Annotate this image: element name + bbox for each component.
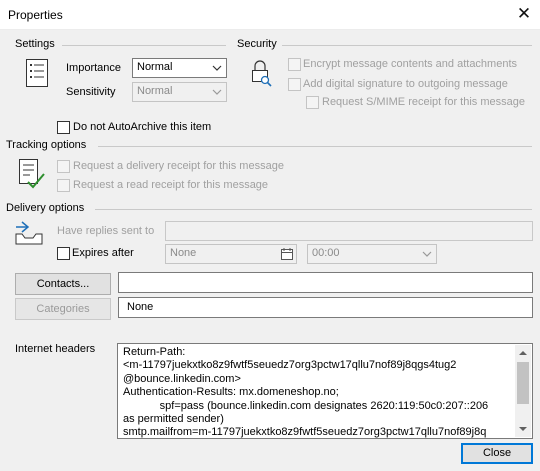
- lock-magnifier-icon: [249, 58, 273, 88]
- sensitivity-select[interactable]: Normal: [132, 82, 227, 102]
- expires-label: Expires after: [72, 247, 134, 259]
- read-receipt-checkbox[interactable]: [57, 179, 70, 192]
- dropdown-arrow-icon: [212, 89, 222, 95]
- close-button[interactable]: Close: [461, 443, 533, 464]
- headers-textbox[interactable]: Return-Path: <m-11797juekxtko8z9fwtf5seu…: [117, 343, 533, 439]
- scroll-down-icon[interactable]: [515, 421, 531, 437]
- expires-time-value: 00:00: [312, 247, 340, 259]
- categories-field: None: [118, 297, 533, 318]
- sensitivity-value: Normal: [137, 85, 173, 97]
- headers-scrollbar[interactable]: [515, 345, 531, 437]
- expires-date-picker[interactable]: None: [165, 244, 297, 264]
- autoarchive-label: Do not AutoArchive this item: [73, 121, 212, 133]
- scroll-up-icon[interactable]: [515, 345, 531, 361]
- tracking-divider: [98, 146, 532, 147]
- scroll-thumb[interactable]: [517, 362, 529, 404]
- replies-label: Have replies sent to: [57, 225, 155, 237]
- delivery-receipt-checkbox[interactable]: [57, 160, 70, 173]
- settings-group-label: Settings: [15, 38, 55, 50]
- window-title: Properties: [8, 8, 63, 22]
- tracking-group-label: Tracking options: [6, 139, 87, 151]
- expires-checkbox[interactable]: [57, 247, 70, 260]
- security-divider: [282, 45, 532, 46]
- delivery-group-label: Delivery options: [6, 202, 85, 214]
- calendar-icon: [281, 248, 293, 260]
- encrypt-checkbox[interactable]: [288, 58, 301, 71]
- title-bar: [0, 0, 540, 30]
- delivery-receipt-label: Request a delivery receipt for this mess…: [73, 160, 284, 172]
- importance-value: Normal: [137, 61, 173, 73]
- signature-label: Add digital signature to outgoing messag…: [303, 78, 508, 90]
- importance-label: Importance: [66, 62, 122, 74]
- read-receipt-label: Request a read receipt for this message: [73, 179, 269, 191]
- dropdown-arrow-icon: [422, 251, 432, 257]
- smime-checkbox[interactable]: [306, 96, 319, 109]
- headers-label: Internet headers: [15, 343, 96, 355]
- dropdown-arrow-icon: [212, 65, 222, 71]
- delivery-divider: [95, 209, 532, 210]
- headers-text: Return-Path: <m-11797juekxtko8z9fwtf5seu…: [123, 346, 489, 439]
- autoarchive-checkbox[interactable]: [57, 121, 70, 134]
- importance-select[interactable]: Normal: [132, 58, 227, 78]
- expires-date-value: None: [170, 247, 197, 259]
- tracking-check-icon: [18, 158, 46, 190]
- settings-divider: [62, 45, 226, 46]
- delivery-tray-icon: [14, 220, 44, 246]
- encrypt-label: Encrypt message contents and attachments: [303, 58, 518, 70]
- settings-list-icon: [25, 58, 49, 88]
- contacts-field[interactable]: [118, 272, 533, 293]
- close-icon[interactable]: ✕: [511, 2, 537, 26]
- security-group-label: Security: [237, 38, 277, 50]
- categories-button[interactable]: Categories: [15, 298, 111, 320]
- contacts-button[interactable]: Contacts...: [15, 273, 111, 295]
- sensitivity-label: Sensitivity: [66, 86, 116, 98]
- expires-time-select[interactable]: 00:00: [307, 244, 437, 264]
- replies-field[interactable]: [165, 221, 533, 241]
- signature-checkbox[interactable]: [288, 78, 301, 91]
- smime-label: Request S/MIME receipt for this message: [322, 96, 525, 108]
